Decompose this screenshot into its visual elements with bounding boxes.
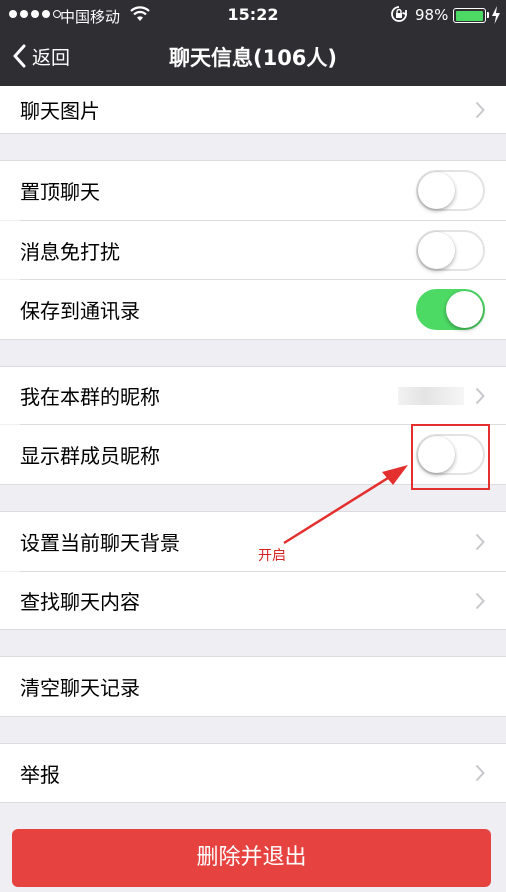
toggle-knob xyxy=(446,291,483,328)
my-group-nickname-label: 我在本群的昵称 xyxy=(20,385,160,409)
chat-images-label: 聊天图片 xyxy=(20,99,100,123)
mute-toggle[interactable] xyxy=(416,229,485,271)
report-label: 举报 xyxy=(20,762,60,787)
chevron-right-icon xyxy=(475,764,485,782)
battery-nub xyxy=(487,12,489,18)
clear-history-label: 清空聊天记录 xyxy=(20,676,140,700)
mute-label: 消息免打扰 xyxy=(20,239,120,264)
pin-chat-toggle[interactable] xyxy=(416,170,485,211)
pin-chat-label: 置顶聊天 xyxy=(20,180,100,204)
clear-history-row[interactable]: 清空聊天记录 xyxy=(0,657,506,716)
status-bar: 中国移动 15:22 98% xyxy=(0,0,506,30)
annotation-arrow xyxy=(283,465,408,545)
set-background-label: 设置当前聊天背景 xyxy=(20,531,180,555)
chevron-right-icon xyxy=(475,592,485,609)
annotation-highlight-box xyxy=(411,424,490,490)
page-title: 聊天信息(106人) xyxy=(168,46,338,70)
divider xyxy=(0,629,506,630)
chevron-right-icon xyxy=(475,533,485,550)
save-contacts-row: 保存到通讯录 xyxy=(0,280,506,339)
chevron-right-icon xyxy=(475,387,485,404)
divider xyxy=(0,716,506,717)
search-history-row[interactable]: 查找聊天内容 xyxy=(0,572,506,629)
battery-icon xyxy=(453,8,486,23)
show-member-names-label: 显示群成员昵称 xyxy=(20,444,160,468)
mute-row: 消息免打扰 xyxy=(0,221,506,279)
rotation-lock-icon xyxy=(391,6,407,22)
chevron-right-icon xyxy=(475,101,485,118)
save-contacts-label: 保存到通讯录 xyxy=(20,299,140,323)
save-contacts-toggle[interactable] xyxy=(416,289,485,330)
divider xyxy=(0,133,506,134)
divider xyxy=(0,802,506,803)
report-row[interactable]: 举报 xyxy=(0,744,506,802)
search-history-label: 查找聊天内容 xyxy=(20,590,140,614)
toggle-knob xyxy=(418,172,455,209)
charging-bolt-icon xyxy=(492,6,500,24)
divider xyxy=(0,339,506,340)
delete-and-exit-button[interactable]: 删除并退出 xyxy=(12,829,491,887)
annotation-text: 开启 xyxy=(258,548,286,564)
pin-chat-row: 置顶聊天 xyxy=(0,161,506,220)
my-group-nickname-row[interactable]: 我在本群的昵称 xyxy=(0,367,506,424)
battery-percentage: 98% xyxy=(415,6,449,24)
toggle-knob xyxy=(418,231,455,269)
blurred-nickname xyxy=(398,386,464,405)
top-bar: 中国移动 15:22 98% 返回 聊天信息(106人) xyxy=(0,0,506,86)
set-background-row[interactable]: 设置当前聊天背景 xyxy=(0,512,506,571)
chat-images-row[interactable]: 聊天图片 xyxy=(0,86,506,133)
